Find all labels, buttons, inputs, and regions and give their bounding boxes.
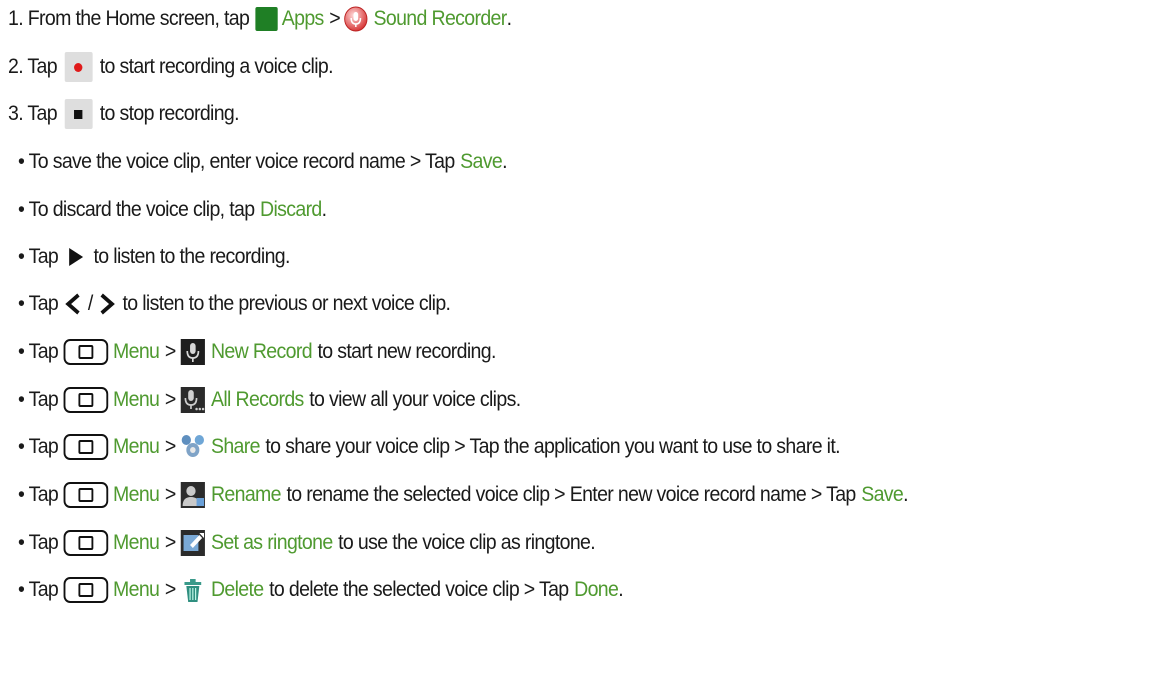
bullet-text: • Tap: [18, 435, 59, 458]
separator: >: [329, 7, 341, 30]
all-records-link: All Records: [210, 388, 304, 411]
apps-link: Apps: [281, 7, 325, 30]
separator: >: [164, 531, 176, 554]
menu-link: Menu: [113, 531, 160, 554]
record-icon: [74, 62, 83, 72]
menu-link: Menu: [113, 483, 160, 506]
separator: >: [164, 483, 176, 506]
new-record-icon: [181, 339, 206, 365]
menu-link: Menu: [113, 388, 160, 411]
bullet-text: • Tap: [18, 483, 59, 506]
record-button-icon: [64, 52, 93, 82]
period: .: [903, 483, 908, 506]
bullet-desc: to rename the selected voice clip > Ente…: [286, 483, 856, 506]
separator: >: [164, 578, 176, 601]
bullet-desc: to use the voice clip as ringtone.: [338, 531, 596, 554]
bullet-text: • Tap: [18, 531, 59, 554]
step-3-desc: to stop recording.: [99, 102, 240, 125]
bullet-delete: • Tap Menu > Delete to delete the select…: [18, 573, 624, 607]
bullet-save: • To save the voice clip, enter voice re…: [18, 145, 508, 179]
bullet-rename: • Tap Menu > Rename to rename the select…: [18, 478, 909, 512]
period: .: [506, 7, 512, 30]
bullet-desc: to start new recording.: [317, 340, 496, 363]
separator: >: [164, 388, 176, 411]
menu-key-icon: [63, 339, 109, 365]
bullet-text: • To save the voice clip, enter voice re…: [18, 150, 455, 173]
bullet-desc: to listen to the recording.: [93, 245, 290, 268]
bullet-text: • Tap: [18, 245, 59, 268]
slash: /: [87, 292, 93, 315]
stop-icon: [74, 109, 83, 119]
menu-key-icon: [63, 434, 109, 460]
period: .: [321, 198, 327, 221]
save-link: Save: [861, 483, 904, 506]
step-3: 3. Tap to stop recording.: [8, 97, 240, 131]
bullet-all-records: • Tap Menu > All Records to view all you…: [18, 383, 521, 417]
step-2: 2. Tap to start recording a voice clip.: [8, 50, 334, 84]
sound-recorder-link: Sound Recorder: [373, 7, 508, 30]
menu-link: Menu: [113, 340, 160, 363]
bullet-desc: to view all your voice clips.: [309, 388, 521, 411]
bullet-desc: to delete the selected voice clip > Tap: [269, 578, 569, 601]
stop-button-icon: [64, 99, 93, 129]
delete-icon: [181, 577, 206, 603]
menu-key-icon: [63, 530, 109, 556]
rename-link: Rename: [210, 483, 282, 506]
sound-recorder-icon: [344, 6, 368, 32]
all-records-icon: [181, 387, 206, 413]
bullet-text: • Tap: [18, 578, 59, 601]
step-2-desc: to start recording a voice clip.: [99, 55, 334, 78]
discard-link: Discard: [260, 198, 322, 221]
bullet-play: • Tap to listen to the recording.: [18, 240, 290, 274]
share-icon: [181, 434, 206, 460]
bullet-prev-next: • Tap / to listen to the previous or nex…: [18, 287, 451, 321]
set-ringtone-icon: [181, 530, 206, 556]
bullet-ringtone: • Tap Menu > Set as ringtone to use the …: [18, 526, 596, 560]
step-1-text: 1. From the Home screen, tap: [8, 7, 250, 30]
step-2-text: 2. Tap: [8, 55, 58, 78]
apps-grid-icon: [255, 7, 279, 31]
bullet-text: • Tap: [18, 292, 59, 315]
step-1: 1. From the Home screen, tap Apps > Soun…: [8, 2, 512, 36]
bullet-share: • Tap Menu > Share to share your voice c…: [18, 430, 841, 464]
step-3-text: 3. Tap: [8, 102, 58, 125]
menu-link: Menu: [113, 578, 160, 601]
menu-key-icon: [63, 387, 109, 413]
rename-icon: [181, 482, 206, 508]
menu-key-icon: [63, 482, 109, 508]
share-link: Share: [210, 435, 261, 458]
bullet-discard: • To discard the voice clip, tap Discard…: [18, 193, 327, 227]
bullet-text: • To discard the voice clip, tap: [18, 198, 255, 221]
previous-icon: [64, 291, 83, 317]
save-link: Save: [460, 150, 503, 173]
menu-key-icon: [63, 577, 109, 603]
period: .: [502, 150, 507, 173]
bullet-text: • Tap: [18, 388, 59, 411]
set-ringtone-link: Set as ringtone: [210, 531, 333, 554]
new-record-link: New Record: [210, 340, 313, 363]
separator: >: [164, 340, 176, 363]
separator: >: [164, 435, 176, 458]
bullet-desc: to share your voice clip > Tap the appli…: [265, 435, 840, 458]
bullet-text: • Tap: [18, 340, 59, 363]
play-icon: [66, 246, 86, 268]
period: .: [618, 578, 623, 601]
instructions-document: 1. From the Home screen, tap Apps > Soun…: [0, 0, 1163, 693]
bullet-new-record: • Tap Menu > New Record to start new rec…: [18, 335, 496, 369]
done-link: Done: [574, 578, 619, 601]
delete-link: Delete: [210, 578, 264, 601]
bullet-desc: to listen to the previous or next voice …: [122, 292, 451, 315]
next-icon: [98, 291, 117, 317]
menu-link: Menu: [113, 435, 160, 458]
